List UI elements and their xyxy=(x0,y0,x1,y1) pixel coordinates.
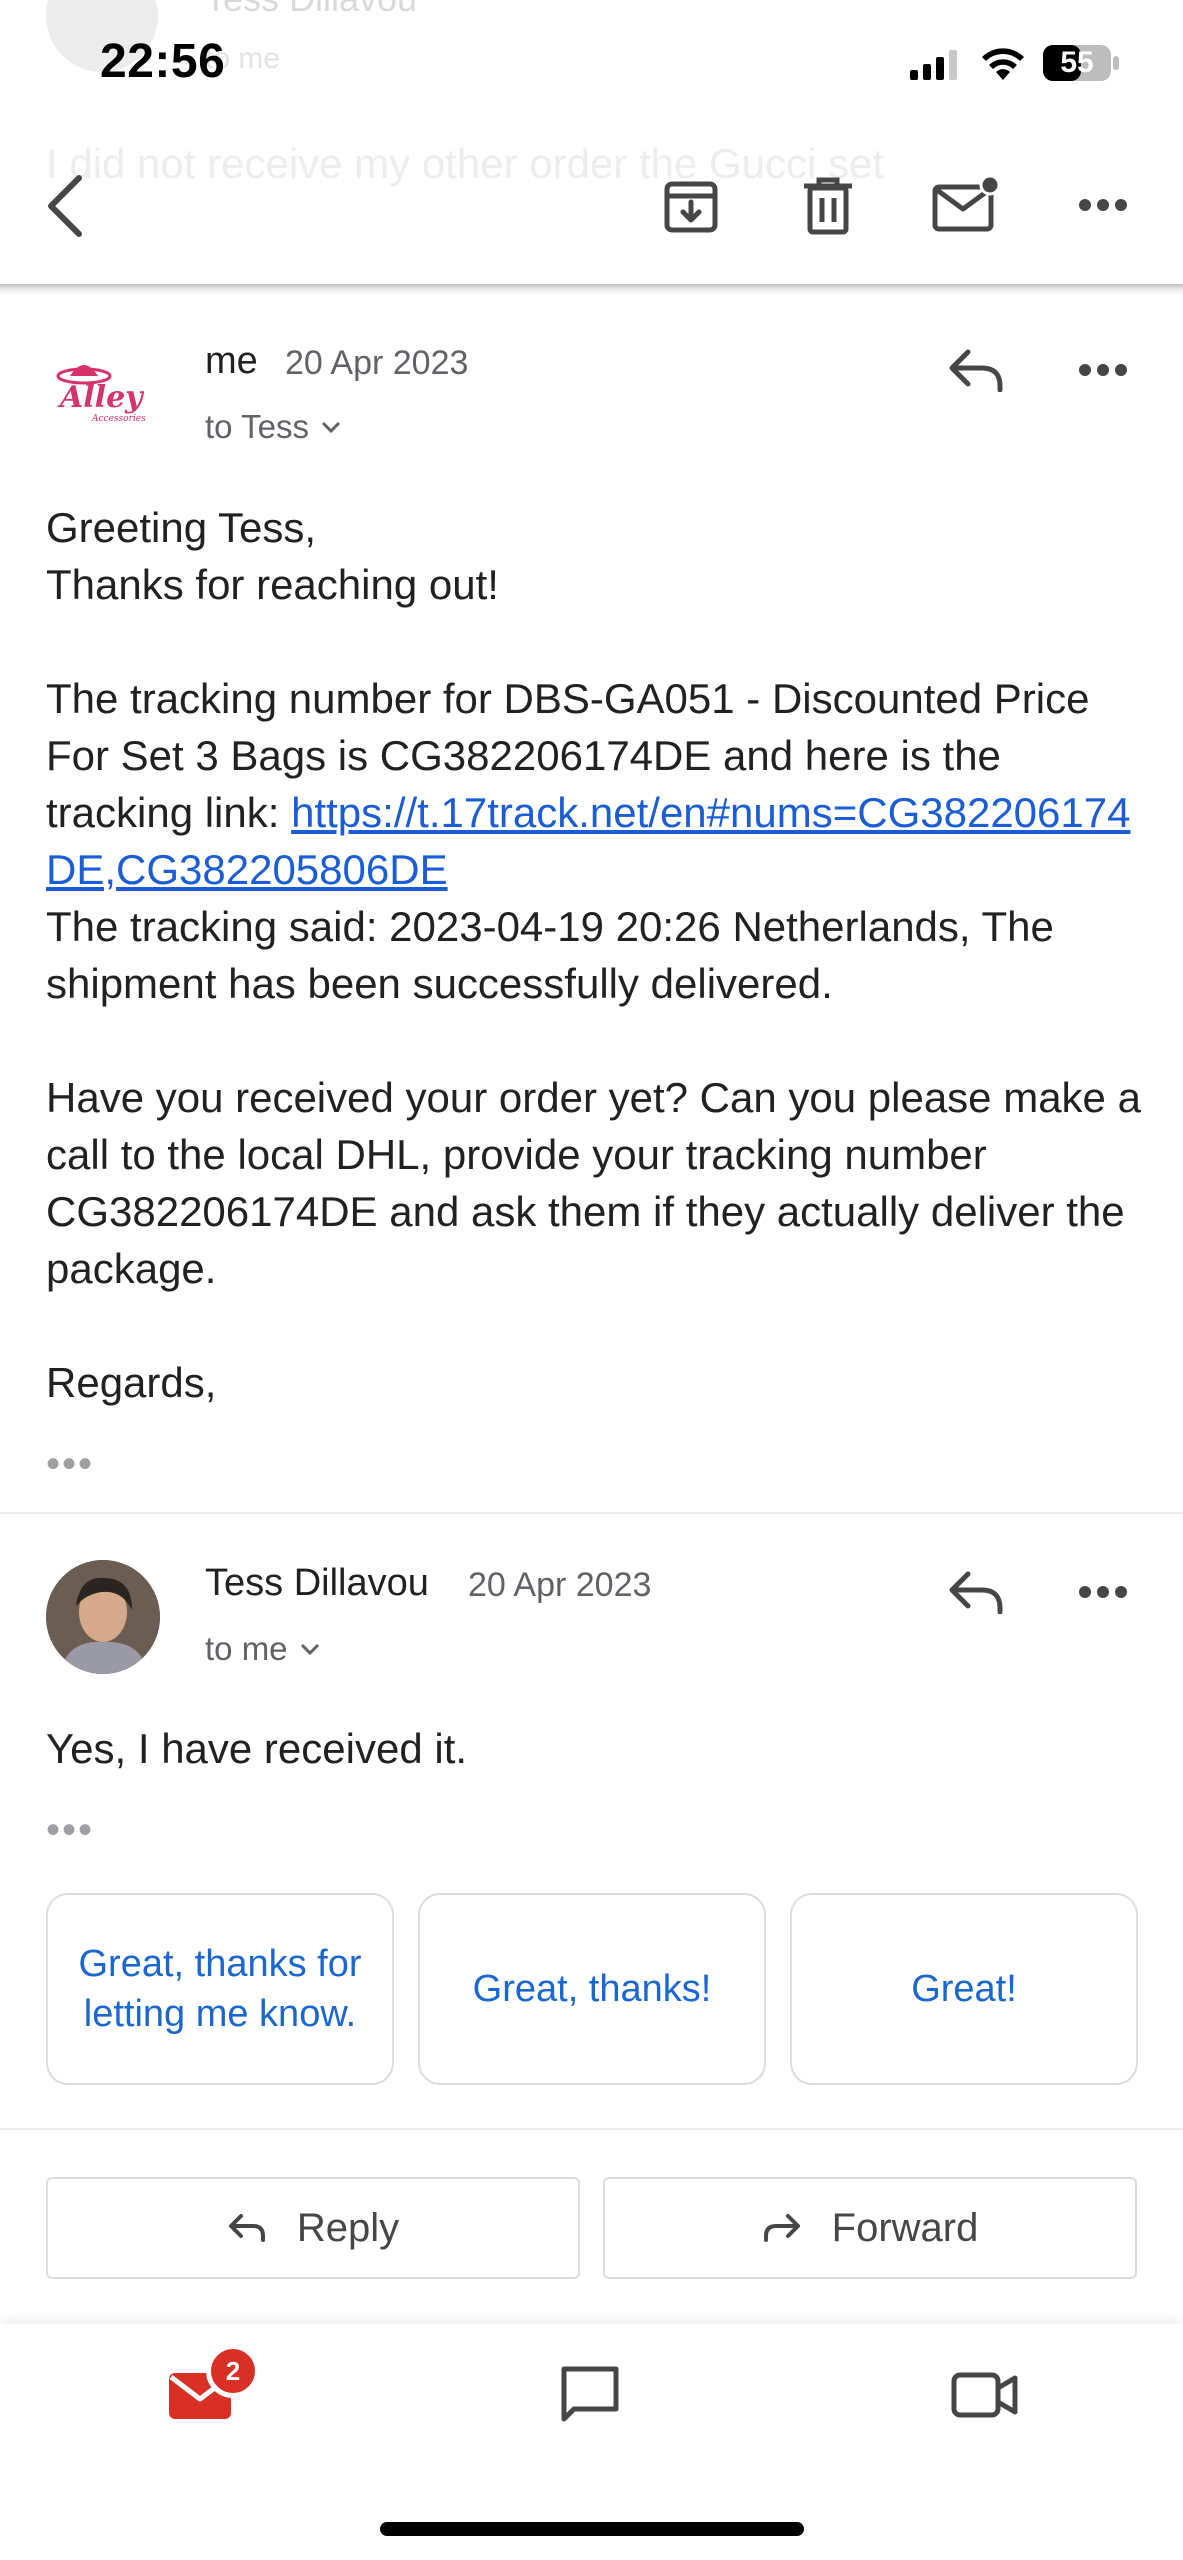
more-horizontal-icon xyxy=(1079,199,1127,211)
more-horizontal-icon xyxy=(1079,364,1127,376)
sender-avatar-logo[interactable]: Alley Accessories xyxy=(46,340,158,452)
delete-button[interactable] xyxy=(792,170,864,242)
recipient-toggle[interactable]: to Tess xyxy=(205,408,341,446)
sender-avatar-photo[interactable] xyxy=(46,1560,160,1674)
sender-name: Tess Dillavou xyxy=(205,1562,429,1604)
show-trimmed-content[interactable]: ••• xyxy=(46,1808,94,1853)
chevron-left-icon xyxy=(48,175,82,237)
toolbar-shadow xyxy=(0,284,1183,296)
reply-icon xyxy=(228,2214,265,2242)
message-divider xyxy=(0,1512,1183,1514)
reply-icon xyxy=(949,349,1003,392)
wifi-icon xyxy=(980,46,1026,80)
mail-badge: 2 xyxy=(206,2344,260,2398)
chevron-down-icon xyxy=(321,421,341,434)
message-date: 20 Apr 2023 xyxy=(285,344,469,382)
signal-icon xyxy=(910,50,962,80)
home-indicator xyxy=(380,2522,804,2536)
message-more-button[interactable] xyxy=(1068,1570,1138,1614)
message-more-button[interactable] xyxy=(1068,348,1138,392)
chevron-down-icon xyxy=(300,1643,319,1656)
section-divider xyxy=(0,2128,1183,2130)
reply-icon-button[interactable] xyxy=(940,340,1012,400)
tracking-paragraph: The tracking number for DBS-GA051 - Disc… xyxy=(46,670,1146,898)
chat-icon xyxy=(561,2366,619,2422)
forward-label: Forward xyxy=(831,2205,979,2250)
video-camera-icon xyxy=(951,2372,1018,2418)
trash-icon xyxy=(804,177,852,235)
smart-reply-3[interactable]: Great! xyxy=(790,1893,1138,2085)
recipient-label: to Tess xyxy=(205,408,309,445)
recipient-label: to me xyxy=(205,1630,288,1667)
archive-button[interactable] xyxy=(655,170,727,242)
smart-reply-2[interactable]: Great, thanks! xyxy=(418,1893,766,2085)
nav-chat[interactable] xyxy=(540,2355,640,2435)
nav-meet[interactable] xyxy=(935,2355,1035,2435)
sender-name: me xyxy=(205,340,258,382)
more-horizontal-icon xyxy=(1079,1586,1127,1598)
reply-icon-button[interactable] xyxy=(940,1562,1012,1622)
status-time: 22:56 xyxy=(100,35,226,88)
greeting-line: Greeting Tess, xyxy=(46,504,317,551)
logo-subtext: Accessories xyxy=(92,414,146,424)
message-date: 20 Apr 2023 xyxy=(468,1566,652,1604)
tracking-status: The tracking said: 2023-04-19 20:26 Neth… xyxy=(46,903,1054,1007)
back-button[interactable] xyxy=(30,166,100,246)
mark-unread-button[interactable] xyxy=(926,168,1006,242)
forward-icon xyxy=(763,2214,800,2242)
reply-icon xyxy=(949,1571,1003,1614)
reply-label: Reply xyxy=(296,2205,400,2250)
show-trimmed-content[interactable]: ••• xyxy=(46,1442,94,1487)
message-body: Greeting Tess, Thanks for reaching out! … xyxy=(46,499,1146,1411)
battery-percentage: 55 xyxy=(1060,46,1094,79)
logo-text: Alley xyxy=(60,380,143,415)
person-photo-icon xyxy=(46,1560,160,1674)
background-sender: Tess Dillavou xyxy=(205,0,417,20)
question-paragraph: Have you received your order yet? Can yo… xyxy=(46,1074,1141,1292)
background-snippet: I did not receive my other order the Guc… xyxy=(46,140,885,187)
reply-button[interactable]: Reply xyxy=(46,2177,580,2279)
thanks-line: Thanks for reaching out! xyxy=(46,561,499,608)
recipient-toggle[interactable]: to me xyxy=(205,1630,320,1668)
mark-unread-icon xyxy=(932,175,1000,232)
forward-button[interactable]: Forward xyxy=(603,2177,1137,2279)
more-options-button[interactable] xyxy=(1068,180,1138,230)
closing-line: Regards, xyxy=(46,1359,217,1406)
reply-body: Yes, I have received it. xyxy=(46,1725,468,1772)
smart-reply-1[interactable]: Great, thanks for letting me know. xyxy=(46,1893,394,2085)
archive-icon xyxy=(664,181,718,233)
